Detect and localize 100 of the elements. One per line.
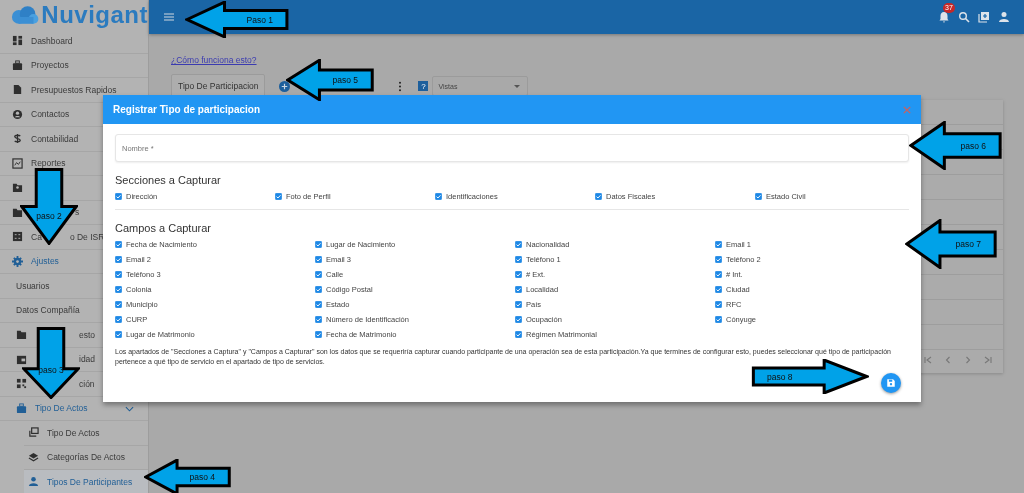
person-icon xyxy=(28,476,39,488)
sidebar-item[interactable]: Tipo De Actos xyxy=(24,421,148,446)
wallet-icon xyxy=(16,353,27,365)
callout-label: paso 2 xyxy=(36,211,62,221)
cloud-logo-icon xyxy=(10,4,40,25)
checkbox-icon[interactable] xyxy=(115,301,122,308)
callout-label: paso 7 xyxy=(955,239,981,249)
checkbox-icon[interactable] xyxy=(315,331,322,338)
qr-icon xyxy=(16,378,27,390)
checkbox-icon[interactable] xyxy=(115,241,122,248)
sidebar-item[interactable]: Dashboard xyxy=(0,29,148,54)
previous-page-icon[interactable] xyxy=(943,355,953,365)
checkbox-icon[interactable] xyxy=(595,193,602,200)
sidebar-item-label: Tipo De Actos xyxy=(47,428,100,437)
checkbox-icon[interactable] xyxy=(515,286,522,293)
checkbox-icon[interactable] xyxy=(515,271,522,278)
help-button[interactable]: ? xyxy=(418,81,429,91)
checkbox-icon[interactable] xyxy=(515,331,522,338)
callout-label: Paso 1 xyxy=(246,14,273,25)
sidebar-item-label: Datos Compañía xyxy=(16,306,80,315)
document-icon xyxy=(12,84,23,96)
checkbox-icon[interactable] xyxy=(315,241,322,248)
checkbox-icon[interactable] xyxy=(115,271,122,278)
checkbox-icon[interactable] xyxy=(755,193,762,200)
sidebar-item-label: s xyxy=(75,208,80,217)
sidebar-item-label: esto xyxy=(79,330,96,339)
menu-icon[interactable] xyxy=(163,11,175,23)
tab[interactable]: Tipo De Participacion xyxy=(171,74,266,98)
sidebar-item-label: Contabilidad xyxy=(31,134,79,143)
checkbox-icon[interactable] xyxy=(715,316,722,323)
sidebar-item-label: Presupuestos Rapidos xyxy=(31,85,117,94)
checkbox-icon[interactable] xyxy=(435,193,442,200)
folder-icon xyxy=(12,206,23,218)
callout-label: paso 5 xyxy=(332,75,358,85)
checkbox-icon[interactable] xyxy=(515,241,522,248)
checkbox-icon[interactable] xyxy=(115,316,122,323)
layers-icon xyxy=(28,451,39,463)
sidebar-item-label: Ajustes xyxy=(31,257,59,266)
sidebar-item-label: Reportes xyxy=(31,159,66,168)
dollar-icon xyxy=(12,133,23,145)
checkbox-icon[interactable] xyxy=(115,286,122,293)
callout-arrow xyxy=(22,327,80,399)
checkbox-icon[interactable] xyxy=(515,301,522,308)
checkbox-icon[interactable] xyxy=(315,316,322,323)
checkbox-icon[interactable] xyxy=(715,241,722,248)
caret-icon xyxy=(514,84,521,88)
sidebar-item-label: Contactos xyxy=(31,110,70,119)
checkbox-icon[interactable] xyxy=(315,256,322,263)
checkbox-icon[interactable] xyxy=(715,256,722,263)
checkbox-icon[interactable] xyxy=(275,193,282,200)
briefcase-icon xyxy=(12,59,23,71)
sidebar-item-label: Categorías De Actos xyxy=(47,453,125,462)
sidebar-item-label: Usuarios xyxy=(16,281,50,290)
checkbox-icon[interactable] xyxy=(515,316,522,323)
add-icon[interactable] xyxy=(279,80,291,92)
account-icon[interactable] xyxy=(998,11,1010,23)
search-icon[interactable] xyxy=(958,11,970,23)
save-button[interactable] xyxy=(881,373,901,393)
help-link[interactable]: ¿Cómo funciona esto? xyxy=(171,55,257,65)
folder-icon xyxy=(16,329,27,341)
copies-icon xyxy=(28,427,39,439)
dashboard-icon xyxy=(12,35,23,47)
callout-label: paso 6 xyxy=(960,140,986,151)
callout-label: paso 3 xyxy=(38,365,64,375)
sidebar-item-label: idad xyxy=(79,355,96,364)
sidebar-item[interactable]: Tipos De Participantes xyxy=(24,470,148,493)
checkbox-icon[interactable] xyxy=(515,256,522,263)
next-page-icon[interactable] xyxy=(963,355,973,365)
checkbox-icon[interactable] xyxy=(115,331,122,338)
checkbox-icon[interactable] xyxy=(315,301,322,308)
sidebar-item-label: ción xyxy=(79,379,95,388)
calculator-icon xyxy=(12,231,23,243)
bell-icon[interactable] xyxy=(938,11,950,23)
checkbox-icon[interactable] xyxy=(115,256,122,263)
sidebar-item[interactable]: Proyectos xyxy=(0,53,148,78)
checkbox-icon[interactable] xyxy=(715,301,722,308)
sidebar-item-label: Ca xyxy=(31,232,42,241)
section-heading: Secciones a Capturar xyxy=(115,174,222,186)
sidebar-item-label: Proyectos xyxy=(31,61,69,70)
chevron-down-icon[interactable] xyxy=(125,405,134,412)
sidebar-item-label: Tipo De Actos xyxy=(35,404,88,413)
person-folder-icon xyxy=(12,182,23,194)
checkbox-icon[interactable] xyxy=(115,193,122,200)
person-circle-icon xyxy=(12,108,23,120)
checkbox-icon[interactable] xyxy=(715,286,722,293)
sidebar-item-label: Tipos De Participantes xyxy=(47,477,133,486)
briefcase-icon xyxy=(16,402,27,414)
add-box-icon[interactable] xyxy=(978,11,990,23)
last-page-icon[interactable] xyxy=(983,355,993,365)
checkbox-icon[interactable] xyxy=(715,271,722,278)
callout-label: paso 4 xyxy=(189,472,215,482)
checkbox-icon[interactable] xyxy=(315,286,322,293)
gear-icon xyxy=(12,255,23,267)
checkbox-icon[interactable] xyxy=(315,271,322,278)
save-icon xyxy=(886,378,896,388)
more-icon[interactable] xyxy=(398,80,403,92)
logo-text: Nuvigant xyxy=(41,0,148,29)
callout-label: paso 8 xyxy=(767,371,793,382)
first-page-icon[interactable] xyxy=(923,355,933,365)
chart-icon xyxy=(12,157,23,169)
